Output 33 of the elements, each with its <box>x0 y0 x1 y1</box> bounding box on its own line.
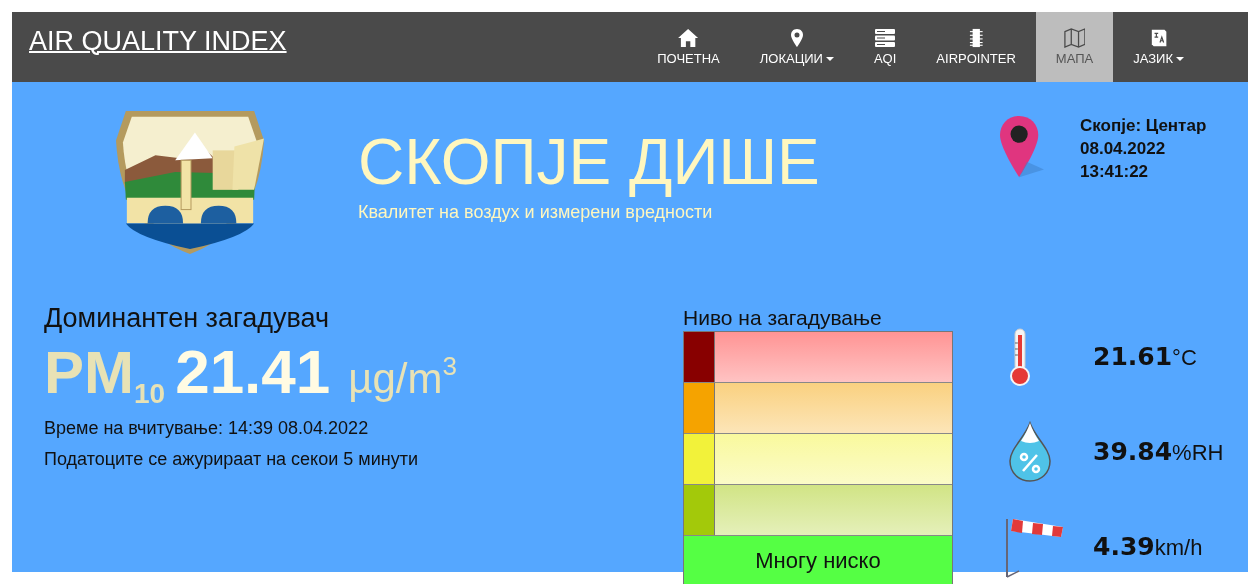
pollutant-unit: µg/m$^{3}$ <box>348 351 457 403</box>
weather-value: 39.84 <box>1093 437 1173 466</box>
weather-unit: °C <box>1172 345 1197 370</box>
update-note: Податоците се ажурираат на секои 5 минути <box>44 449 419 470</box>
current-level: Многу ниско <box>684 536 952 584</box>
pollutant-name: PM$_{10}$ <box>44 338 166 410</box>
chip-icon <box>968 28 984 48</box>
water-drop-icon <box>1007 420 1053 483</box>
nav-item[interactable]: AQI <box>853 12 917 82</box>
location-pin-icon <box>789 28 804 48</box>
date-text: 08.04.2022 <box>1080 138 1167 160</box>
weather-unit: km/h <box>1154 535 1203 560</box>
nav-item[interactable]: МАПА <box>1035 12 1114 82</box>
nav-item[interactable]: AIRPOINTER <box>916 12 1036 82</box>
thermometer-icon <box>1008 326 1032 387</box>
weather-unit: %RH <box>1172 440 1224 465</box>
nav-item[interactable]: ЈАЗИК <box>1113 12 1204 82</box>
page-subtitle: Квалитет на воздух и измерени вредности <box>358 202 714 223</box>
pollutant-value: 21.41 <box>175 336 331 407</box>
nav-item[interactable]: ЛОКАЦИИ <box>739 12 854 82</box>
server-icon <box>874 28 897 48</box>
translate-icon <box>1149 28 1168 48</box>
map-icon <box>1063 28 1086 48</box>
time-text: 13:41:22 <box>1080 161 1150 183</box>
scale-title: Ниво на загадување <box>683 305 883 331</box>
read-time: Време на вчитување: 14:39 08.04.2022 <box>44 418 370 439</box>
brand-link[interactable]: AIR QUALITY INDEX <box>29 26 287 57</box>
home-icon <box>677 28 700 48</box>
pollutant-heading: Доминантен загадувач <box>44 303 331 334</box>
weather-value: 21.61 <box>1093 342 1173 371</box>
location-name: Скопје: Центар <box>1080 115 1207 137</box>
nav-item[interactable]: ПОЧЕТНА <box>637 12 740 82</box>
weather-value: 4.39 <box>1093 532 1155 561</box>
